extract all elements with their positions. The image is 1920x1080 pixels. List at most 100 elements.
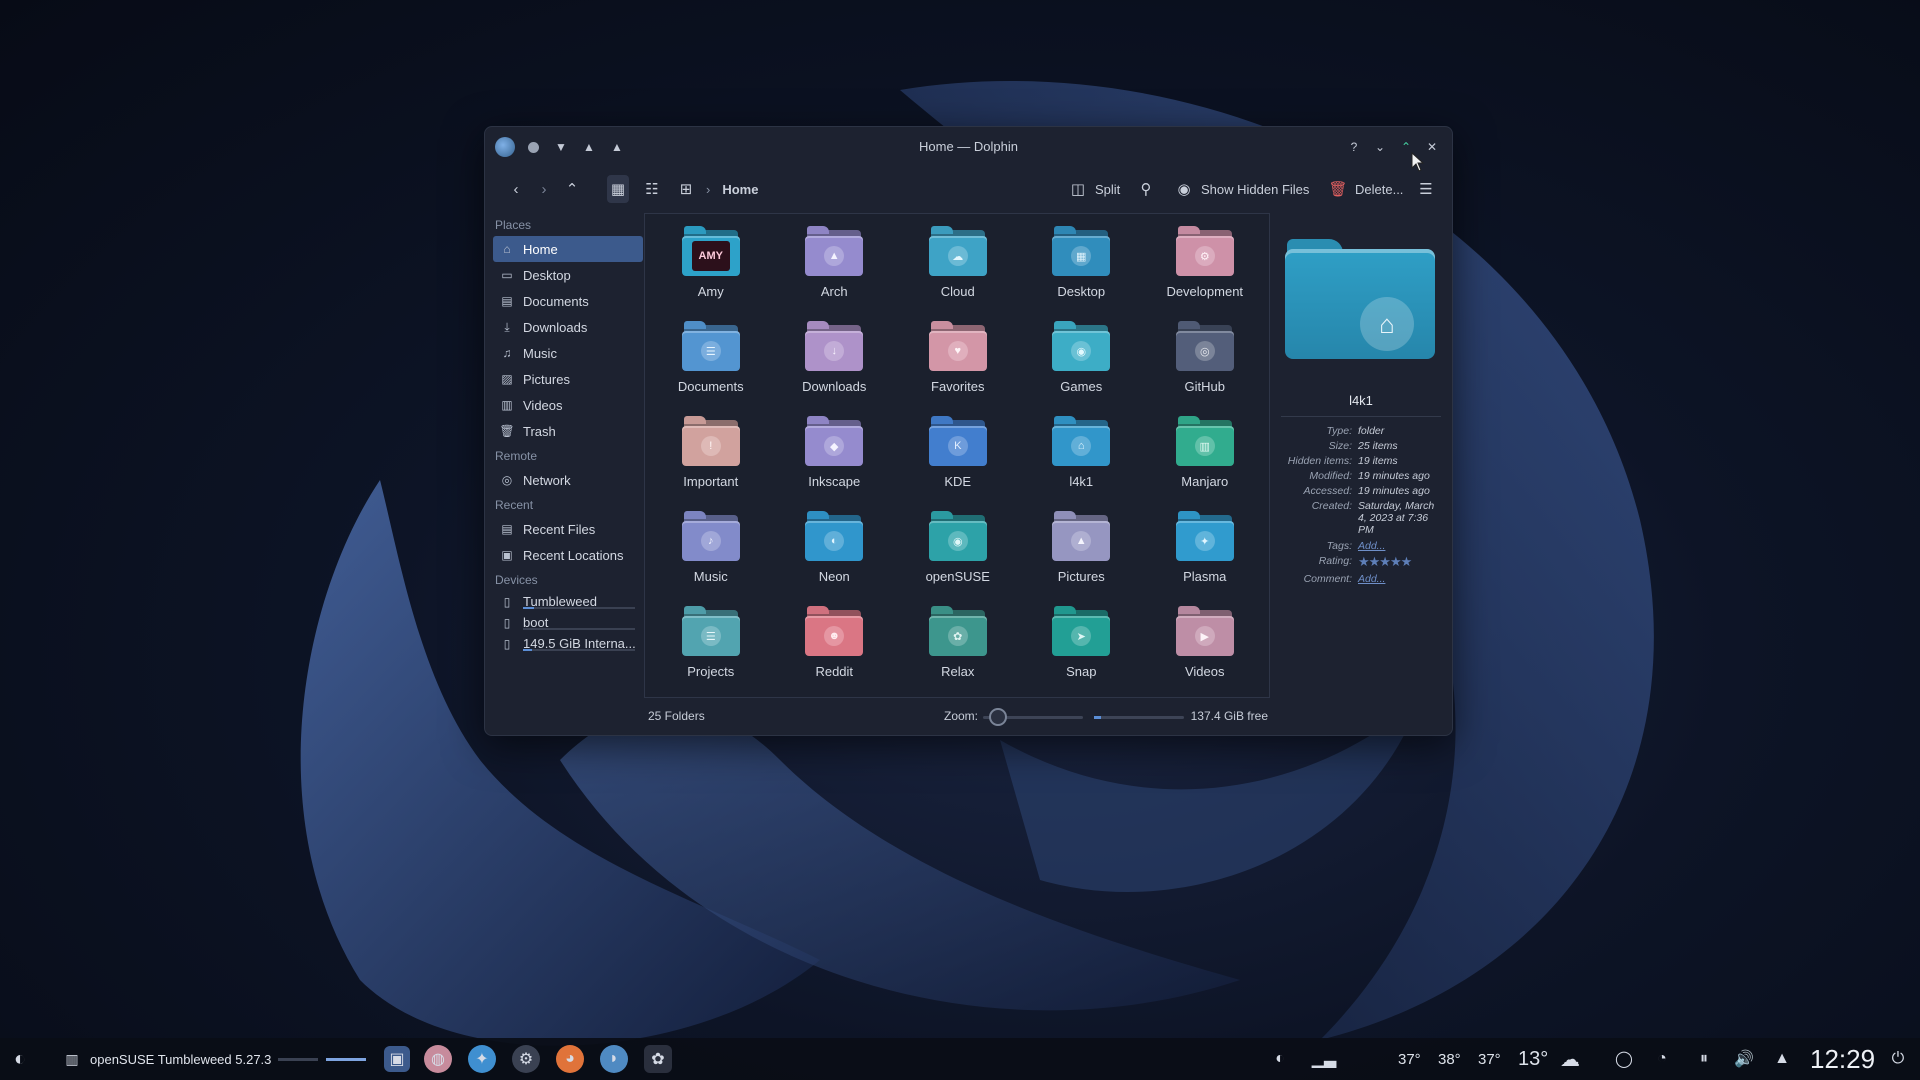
up-button[interactable]: ⌃ <box>561 175 583 203</box>
folder-item[interactable]: ▥ Manjaro <box>1143 412 1267 507</box>
tray-graph[interactable]: ▁▃ <box>1310 1038 1338 1080</box>
launcher-photos[interactable]: ✿ <box>644 1038 672 1080</box>
sidebar-item-network[interactable]: ◎ Network <box>493 467 643 493</box>
folder-item[interactable]: ↓ Downloads <box>773 317 897 412</box>
download-icon: ⤓ <box>504 319 510 334</box>
tray-volume[interactable]: 🔊 <box>1730 1038 1758 1080</box>
sidebar-item-music[interactable]: ♫ Music <box>493 340 643 366</box>
weather-temp[interactable]: 13° <box>1518 1038 1548 1080</box>
sidebar-item-label: Pictures <box>523 371 570 387</box>
sidebar-item-trash[interactable]: 🗑 Trash <box>493 418 643 444</box>
folder-item[interactable]: ☰ Documents <box>649 317 773 412</box>
folder-item[interactable]: ☰ Projects <box>649 602 773 697</box>
folder-item[interactable]: ! Important <box>649 412 773 507</box>
sidebar-item-pictures[interactable]: ▨ Pictures <box>493 366 643 392</box>
minimize-button[interactable]: ⌄ <box>1370 137 1390 157</box>
desktop-icon: ▭ <box>501 268 513 282</box>
help-button[interactable]: ? <box>1344 137 1364 157</box>
application-launcher[interactable]: ◐ <box>6 1038 34 1080</box>
hamburger-menu-button[interactable]: ☰ <box>1415 175 1437 203</box>
folder-item[interactable]: ◆ Inkscape <box>773 412 897 507</box>
folder-item[interactable]: ☁ Cloud <box>896 222 1020 317</box>
metadata-value[interactable]: Add... <box>1358 540 1440 552</box>
tray-app[interactable]: ◐ <box>1266 1038 1294 1080</box>
folder-name: Reddit <box>815 664 854 679</box>
folder-emblem-icon: ◉ <box>947 531 968 551</box>
sidebar-section-title: Recent <box>495 498 534 512</box>
show-desktop-button[interactable]: ▣ <box>384 1038 410 1080</box>
folder-item[interactable]: ◉ Games <box>1020 317 1144 412</box>
folder-item[interactable]: ◉ openSUSE <box>896 507 1020 602</box>
sidebar-item-documents[interactable]: ▤ Documents <box>493 288 643 314</box>
folder-icon: ▲ <box>805 226 864 276</box>
forward-button[interactable]: › <box>533 175 555 203</box>
compact-view-button[interactable]: ☷ <box>641 175 663 203</box>
tray-clipboard[interactable]: ◔ <box>1648 1038 1676 1080</box>
sidebar-item-videos[interactable]: ▥ Videos <box>493 392 643 418</box>
folder-emblem-icon: ☰ <box>700 341 721 361</box>
recent-files-icon: ▤ <box>501 522 513 536</box>
launcher-3[interactable]: ⚙ <box>512 1038 540 1080</box>
folder-item[interactable]: ⌂ l4k1 <box>1020 412 1144 507</box>
tray-media[interactable]: ⏸ <box>1690 1038 1718 1080</box>
launcher-firefox[interactable]: ◕ <box>556 1038 584 1080</box>
folder-item[interactable]: ➤ Snap <box>1020 602 1144 697</box>
back-button[interactable]: ‹ <box>505 175 527 203</box>
tray-notifications[interactable]: ◯ <box>1610 1038 1638 1080</box>
disk-usage-bar <box>523 649 635 651</box>
folder-item[interactable]: ◎ GitHub <box>1143 317 1267 412</box>
folder-item[interactable]: ▲ Arch <box>773 222 897 317</box>
folder-item[interactable]: ▲ Pictures <box>1020 507 1144 602</box>
close-button[interactable]: ✕ <box>1422 137 1442 157</box>
metadata-value[interactable]: Add... <box>1358 573 1440 585</box>
pager[interactable] <box>278 1038 366 1080</box>
folder-item[interactable]: ♥ Favorites <box>896 317 1020 412</box>
task-manager-item[interactable]: ▥ openSUSE Tumbleweed 5.27.3 <box>62 1038 271 1080</box>
folder-item[interactable]: ▦ Desktop <box>1020 222 1144 317</box>
weather-widget[interactable]: ☁ <box>1556 1038 1584 1080</box>
sidebar-item-recent-files[interactable]: ▤ Recent Files <box>493 516 643 542</box>
rating-stars[interactable]: ★★★★★ <box>1358 554 1440 570</box>
breadcrumb-home[interactable]: Home <box>722 182 758 197</box>
folder-item[interactable]: ✦ Plasma <box>1143 507 1267 602</box>
folder-item[interactable]: ☻ Reddit <box>773 602 897 697</box>
tray-power[interactable]: ⏻ <box>1884 1038 1912 1080</box>
folder-icon: ➤ <box>1052 606 1111 656</box>
folder-item[interactable]: ⚙ Development <box>1143 222 1267 317</box>
clock[interactable]: 12:29 <box>1810 1038 1875 1080</box>
tray-expand[interactable]: ▲ <box>1768 1038 1796 1080</box>
folder-item[interactable]: ◐ Neon <box>773 507 897 602</box>
sidebar-item-downloads[interactable]: ⤓ Downloads <box>493 314 643 340</box>
sidebar-item-149-5-gib-interna[interactable]: ▯ 149.5 GiB Interna... <box>493 633 643 654</box>
delete-button[interactable]: 🗑 Delete... <box>1327 175 1403 203</box>
folder-item[interactable]: K KDE <box>896 412 1020 507</box>
metadata-value: 19 minutes ago <box>1358 485 1430 498</box>
sidebar-item-label: Documents <box>523 293 589 309</box>
folder-item[interactable]: ♪ Music <box>649 507 773 602</box>
launcher-discover[interactable]: ✦ <box>468 1038 496 1080</box>
sidebar-item-desktop[interactable]: ▭ Desktop <box>493 262 643 288</box>
folder-item[interactable]: ▶ Videos <box>1143 602 1267 697</box>
launcher-dolphin[interactable]: ◗ <box>600 1038 628 1080</box>
titlebar: ▼ ▲ ▲ Home — Dolphin ? ⌄ ⌃ ✕ <box>485 127 1452 167</box>
launcher-1[interactable]: ◍ <box>424 1038 452 1080</box>
sidebar-item-home[interactable]: ⌂ Home <box>493 236 643 262</box>
folder-item[interactable]: AMY Amy <box>649 222 773 317</box>
sidebar-item-label: Recent Files <box>523 521 596 537</box>
info-name: l4k1 <box>1349 393 1373 408</box>
split-button[interactable]: ◫ Split <box>1067 175 1120 203</box>
zoom-slider-handle[interactable] <box>989 708 1007 726</box>
metadata-row: Tags: Add... <box>1275 540 1447 552</box>
folder-item[interactable]: ✿ Relax <box>896 602 1020 697</box>
search-button[interactable]: ⚲ <box>1135 175 1157 203</box>
network-icon: ◎ <box>501 473 513 487</box>
details-view-button[interactable]: ⊞ <box>675 175 697 203</box>
sidebar-item-boot[interactable]: ▯ boot <box>493 612 643 633</box>
firefox-icon: ◕ <box>556 1045 584 1073</box>
folder-emblem-icon: ♪ <box>700 531 721 551</box>
sidebar-item-recent-locations[interactable]: ▣ Recent Locations <box>493 542 643 568</box>
sidebar-item-tumbleweed[interactable]: ▯ Tumbleweed <box>493 591 643 612</box>
icons-view-button[interactable]: ▦ <box>607 175 629 203</box>
desktop-icon: ▣ <box>384 1046 410 1072</box>
show-hidden-files-button[interactable]: ◉ Show Hidden Files <box>1173 175 1309 203</box>
